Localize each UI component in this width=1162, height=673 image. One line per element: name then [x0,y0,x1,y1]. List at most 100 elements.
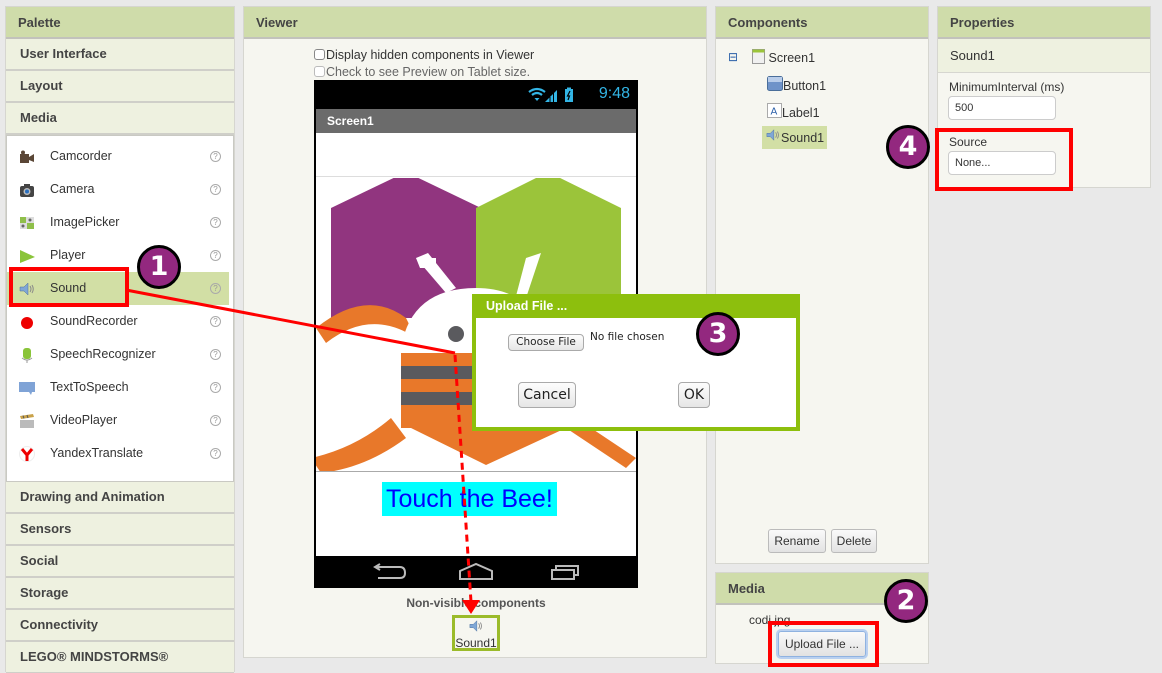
components-panel: Components ⊟ Screen1 Button1 A Label1 Sou… [715,6,929,564]
palette-item-yandextranslate[interactable]: YandexTranslate ? [7,437,233,470]
nonvisible-sound1-label: Sound1 [455,636,497,650]
category-drawing-animation[interactable]: Drawing and Animation [6,482,234,514]
help-icon[interactable]: ? [210,382,221,393]
palette-item-label: Camera [50,182,95,196]
player-icon [20,250,35,263]
help-icon[interactable]: ? [210,316,221,327]
palette-item-soundrecorder[interactable]: SoundRecorder ? [7,305,233,338]
step-badge-2: 2 [884,579,928,623]
tablet-preview-option[interactable]: Check to see Preview on Tablet size. [314,65,530,79]
label-icon: A [767,103,782,118]
tablet-preview-label: Check to see Preview on Tablet size. [326,65,531,79]
button1-preview[interactable] [316,133,636,177]
collapse-icon[interactable]: ⊟ [728,50,738,64]
display-hidden-label: Display hidden components in Viewer [326,48,535,62]
sound-icon [766,129,779,141]
dialog-title: Upload File ... [472,294,800,318]
palette-item-label: ImagePicker [50,215,120,229]
button-icon [767,76,783,91]
status-bar: 9:48 [314,80,638,109]
minimum-interval-label: MinimumInterval (ms) [949,80,1065,94]
nonvisible-components-title: Non-visible components [406,596,546,610]
help-icon[interactable]: ? [210,448,221,459]
palette-item-videoplayer[interactable]: VideoPlayer ? [7,404,233,437]
display-hidden-checkbox[interactable] [314,49,325,60]
sound-icon [469,620,482,632]
palette-item-speechrecognizer[interactable]: SpeechRecognizer ? [7,338,233,371]
speech-recognizer-icon [21,348,33,363]
choose-file-button[interactable]: Choose File [508,334,584,351]
palette-item-texttospeech[interactable]: TextToSpeech ? [7,371,233,404]
cancel-button[interactable]: Cancel [518,382,576,408]
tree-item-sound1[interactable]: Sound1 [762,126,828,149]
category-layout[interactable]: Layout [6,71,234,103]
home-icon [459,562,493,580]
yandex-translate-icon [19,446,35,462]
tree-item-label: Screen1 [768,51,816,65]
tree-item-label: Button1 [783,79,827,93]
viewer-title: Viewer [244,7,706,39]
tree-item-label1[interactable]: A Label1 [767,103,820,120]
tree-item-screen1[interactable]: Screen1 [752,49,815,65]
ok-button[interactable]: OK [678,382,710,408]
tree-item-button1[interactable]: Button1 [767,76,826,93]
label-area: Touch the Bee! [316,471,636,556]
category-social[interactable]: Social [6,546,234,578]
video-player-icon [20,414,34,428]
signal-icons [528,87,573,102]
tree-item-label: Label1 [782,106,820,120]
nonvisible-sound1[interactable]: Sound1 [452,615,500,651]
no-file-chosen-text: No file chosen [590,331,665,343]
palette-item-label: YandexTranslate [50,446,144,460]
label1-preview[interactable]: Touch the Bee! [382,482,557,516]
palette-item-label: Player [50,248,86,262]
text-to-speech-icon [19,382,35,395]
help-icon[interactable]: ? [210,349,221,360]
help-icon[interactable]: ? [210,184,221,195]
step-badge-3: 3 [696,312,740,356]
help-icon[interactable]: ? [210,283,221,294]
palette-item-label: VideoPlayer [50,413,118,427]
palette-panel: Palette User Interface Layout Media Camc… [5,6,235,673]
palette-item-label: SoundRecorder [50,314,138,328]
tree-item-label: Sound1 [781,131,825,145]
palette-item-label: TextToSpeech [50,380,129,394]
help-icon[interactable]: ? [210,415,221,426]
step-badge-1: 1 [137,245,181,289]
screen-icon [752,49,765,64]
category-connectivity[interactable]: Connectivity [6,610,234,642]
category-storage[interactable]: Storage [6,578,234,610]
palette-item-camera[interactable]: Camera ? [7,173,233,206]
palette-item-camcorder[interactable]: Camcorder ? [7,140,233,173]
components-title: Components [716,7,928,39]
media-component-list: Camcorder ? Camera ? ImagePicker ? Playe… [6,135,234,482]
category-user-interface[interactable]: User Interface [6,39,234,71]
help-icon[interactable]: ? [210,217,221,228]
status-clock: 9:48 [598,85,630,102]
back-icon [373,563,407,579]
palette-item-imagepicker[interactable]: ImagePicker ? [7,206,233,239]
display-hidden-option[interactable]: Display hidden components in Viewer [314,48,534,62]
sound-recorder-icon [21,317,33,329]
help-icon[interactable]: ? [210,250,221,261]
category-sensors[interactable]: Sensors [6,514,234,546]
annotation-box-upload [768,621,879,667]
help-icon[interactable]: ? [210,151,221,162]
camera-icon [20,184,34,197]
tablet-preview-checkbox[interactable] [314,66,325,77]
cell-signal-icon [545,90,557,102]
annotation-box-sound [9,267,129,307]
annotation-box-source [935,128,1073,191]
battery-icon [565,87,573,102]
svg-text:A: A [771,107,778,118]
camcorder-icon [20,150,34,163]
properties-title: Properties [938,7,1150,39]
rename-button[interactable]: Rename [768,529,826,553]
minimum-interval-input[interactable]: 500 [948,96,1056,120]
category-lego-mindstorms[interactable]: LEGO® MINDSTORMS® [6,642,234,673]
category-media[interactable]: Media [6,103,234,135]
step-badge-4: 4 [886,125,930,169]
recents-icon [551,565,579,580]
delete-button[interactable]: Delete [831,529,877,553]
palette-item-label: Camcorder [50,149,112,163]
